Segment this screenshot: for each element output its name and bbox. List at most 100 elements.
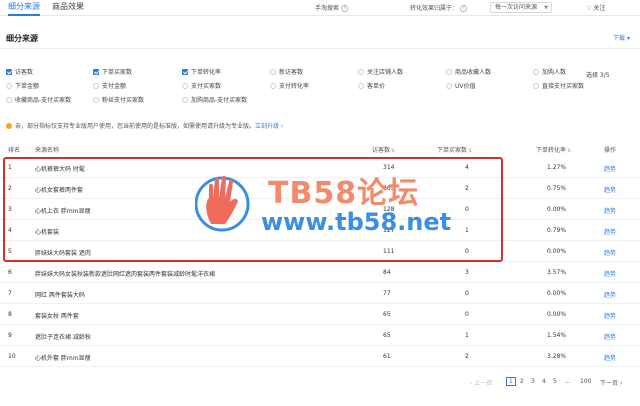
follow-button[interactable]: ♡ 关注 (586, 3, 605, 12)
tab-detail-source[interactable]: 细分来源 (8, 1, 40, 16)
checkbox-icon[interactable] (270, 69, 276, 75)
source-cell: 遮肚子连衣裙 减龄秋 (35, 334, 91, 341)
metric-label: 支付金额 (102, 83, 127, 90)
checkbox-icon[interactable] (358, 83, 364, 89)
page-button[interactable]: 100 (580, 378, 591, 385)
metric-option[interactable]: 支付买家数 (182, 83, 221, 91)
checkbox-checked-icon[interactable] (182, 69, 188, 75)
upgrade-link[interactable]: 立刻升级 › (255, 123, 283, 130)
metric-option[interactable]: 收藏商品-支付买家数 (6, 97, 71, 105)
attribution-select[interactable]: 每一次访问来源 ▼ (490, 2, 552, 13)
checkbox-icon[interactable] (6, 97, 12, 103)
header-visitors[interactable]: 访客数⇅ (372, 145, 395, 154)
metric-label: 直接支付买家数 (542, 83, 585, 90)
metric-label: 下单转化率 (191, 69, 222, 76)
metric-option[interactable]: 粉丝支付买家数 (93, 97, 144, 105)
table-row: 10 心机外套 胖mm显瘦 61 2 3.28% 趋势 (0, 347, 640, 367)
trend-link[interactable]: 趋势 (604, 332, 616, 341)
checkbox-checked-icon[interactable] (6, 69, 12, 75)
page-button[interactable]: 2 (520, 378, 524, 385)
checkbox-icon[interactable] (270, 83, 276, 89)
metric-option[interactable]: 下单买家数 (93, 69, 132, 77)
conversion-cell: 1.27% (547, 164, 567, 171)
question-icon[interactable]: ? (460, 5, 468, 12)
trend-link[interactable]: 趋势 (604, 164, 616, 173)
trend-link[interactable]: 趋势 (604, 290, 616, 299)
watermark: TB58论坛 www.tb58.net (195, 168, 455, 248)
table-row: 7 网红 两件套装大码 77 0 0.00% 趋势 (0, 284, 640, 304)
visitors-cell: 65 (383, 332, 391, 339)
checkbox-icon[interactable] (182, 97, 188, 103)
metric-option[interactable]: 新访客数 (270, 69, 303, 77)
tab-product-effect[interactable]: 商品效果 (52, 1, 84, 13)
header-buyers[interactable]: 下单买家数⇅ (437, 145, 472, 154)
trend-link[interactable]: 趋势 (604, 311, 616, 320)
conversion-cell: 3.57% (547, 269, 567, 276)
checkbox-icon[interactable] (6, 83, 12, 89)
page-button[interactable]: 1 (506, 377, 516, 386)
checkbox-icon[interactable] (93, 97, 99, 103)
watermark-title: TB58论坛 (268, 176, 420, 211)
trend-link[interactable]: 趋势 (604, 248, 616, 257)
page-button[interactable]: 3 (531, 378, 535, 385)
sort-icon: ⇅ (391, 148, 396, 154)
table-row: 9 遮肚子连衣裙 减龄秋 65 1 1.54% 趋势 (0, 326, 640, 346)
conversion-cell: 0.00% (547, 248, 567, 255)
metric-option[interactable]: 直接支付买家数 (533, 83, 584, 91)
table-row: 6 胖妹妹大码女装秋装新款遮肚网红遮肉套装两件套装减龄时髦洋衣裙 84 3 3.57% 趋… (0, 263, 640, 283)
visitors-cell: 65 (383, 311, 391, 318)
buyers-cell: 0 (465, 290, 469, 297)
checkbox-icon[interactable] (358, 69, 364, 75)
conversion-cell: 3.28% (547, 353, 567, 360)
checkbox-icon[interactable] (533, 83, 539, 89)
metric-option[interactable]: 商品收藏人数 (446, 69, 491, 77)
trend-link[interactable]: 趋势 (604, 206, 616, 215)
prev-page-button[interactable]: ‹ 上一页 (470, 378, 492, 387)
metric-option[interactable]: UV价值 (446, 83, 476, 91)
metric-option[interactable]: 访客数 (6, 69, 33, 77)
checkbox-icon[interactable] (533, 69, 539, 75)
metric-label: 加购人数 (542, 69, 567, 76)
trend-link[interactable]: 趋势 (604, 185, 616, 194)
chevron-down-icon: ▾ (626, 35, 630, 42)
metric-label: 客单价 (367, 83, 386, 90)
table-row: 8 套装女秋 两件套 65 0 0.00% 趋势 (0, 305, 640, 325)
warning-icon (6, 123, 12, 129)
checkbox-icon[interactable] (93, 83, 99, 89)
download-button[interactable]: 下载 ▾ (613, 33, 630, 42)
conversion-cell: 1.54% (547, 332, 567, 339)
header-action: 操作 (604, 147, 617, 154)
rank-cell: 9 (8, 332, 12, 339)
search-source-label: 手淘搜索? (315, 3, 349, 12)
top-bar: 细分来源 商品效果 手淘搜索? 转化效果归属于：? 每一次访问来源 ▼ ♡ 关注 (0, 0, 640, 16)
conversion-cell: 0.00% (547, 290, 567, 297)
checkbox-icon[interactable] (446, 83, 452, 89)
source-cell: 网红 两件套装大码 (35, 292, 85, 299)
metric-option[interactable]: 加购商品-支付买家数 (182, 97, 247, 105)
checkbox-icon[interactable] (446, 69, 452, 75)
metric-option[interactable]: 支付转化率 (270, 83, 309, 91)
metric-option[interactable]: 加购人数 (533, 69, 566, 77)
metric-option[interactable]: 关注店铺人数 (358, 69, 403, 77)
checkbox-checked-icon[interactable] (93, 69, 99, 75)
metric-option[interactable]: 下单金额 (6, 83, 39, 91)
page-button[interactable]: 5 (553, 378, 557, 385)
visitors-cell: 84 (383, 269, 391, 276)
trend-link[interactable]: 趋势 (604, 269, 616, 278)
header-conversion[interactable]: 下单转化率⇅ (536, 145, 571, 154)
metric-option[interactable]: 支付金额 (93, 83, 126, 91)
metric-label: 加购商品-支付买家数 (191, 97, 248, 104)
metric-option[interactable]: 客单价 (358, 83, 385, 91)
page-button[interactable]: 4 (542, 378, 546, 385)
question-icon[interactable]: ? (341, 5, 349, 12)
conversion-cell: 0.75% (547, 185, 567, 192)
attribution-label: 转化效果归属于：? (410, 3, 468, 12)
trend-link[interactable]: 趋势 (604, 353, 616, 362)
source-cell: 心机外套 胖mm显瘦 (35, 355, 91, 362)
metric-option[interactable]: 下单转化率 (182, 69, 221, 77)
trend-link[interactable]: 趋势 (604, 227, 616, 236)
heart-icon: ♡ (586, 5, 592, 12)
metric-label: 关注店铺人数 (367, 69, 404, 76)
checkbox-icon[interactable] (182, 83, 188, 89)
next-page-button[interactable]: 下一页 › (600, 378, 622, 387)
